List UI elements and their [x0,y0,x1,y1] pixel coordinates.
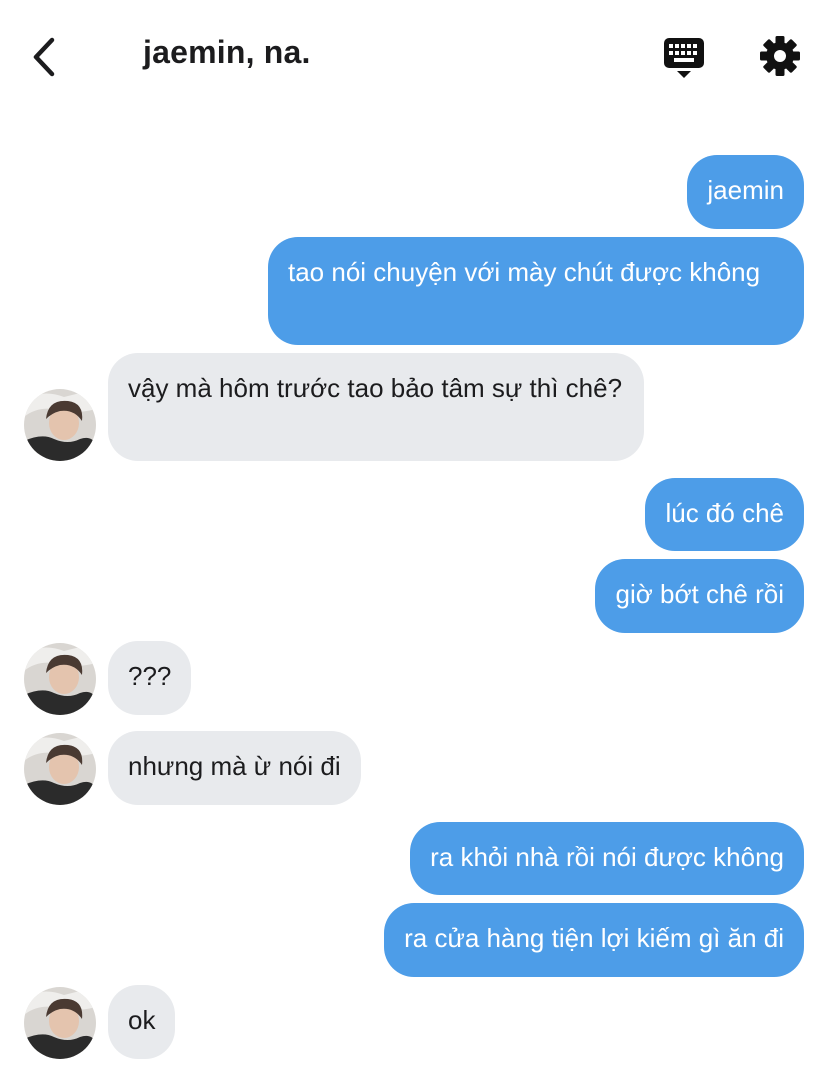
received-message[interactable]: nhưng mà ừ nói đi [108,731,361,805]
avatar-photo [24,733,96,805]
gear-icon [760,36,800,76]
received-message[interactable]: vậy mà hôm trước tao bảo tâm sự thì chê? [108,353,644,461]
avatar[interactable] [24,987,96,1059]
sent-message[interactable]: lúc đó chê [645,478,804,551]
avatar[interactable] [24,643,96,715]
sent-message[interactable]: ra khỏi nhà rồi nói được không [410,822,804,895]
keyboard-button[interactable] [662,36,706,80]
avatar[interactable] [24,389,96,461]
avatar[interactable] [24,733,96,805]
chevron-left-icon [33,37,55,77]
received-message[interactable]: ok [108,985,176,1059]
sent-message[interactable]: tao nói chuyện với mày chút được không [268,237,804,345]
avatar-photo [24,643,96,715]
chat-header: jaemin, na. [0,0,828,110]
settings-button[interactable] [758,34,802,78]
avatar-photo [24,987,96,1059]
back-button[interactable] [28,36,64,78]
sent-message[interactable]: jaemin [687,155,804,229]
sent-message[interactable]: ra cửa hàng tiện lợi kiếm gì ăn đi [384,903,804,977]
keyboard-icon [664,38,704,78]
received-message[interactable]: ??? [108,641,192,715]
conversation-title: jaemin, na. [143,34,311,70]
avatar-photo [24,389,96,461]
sent-message[interactable]: giờ bớt chê rồi [595,559,804,633]
